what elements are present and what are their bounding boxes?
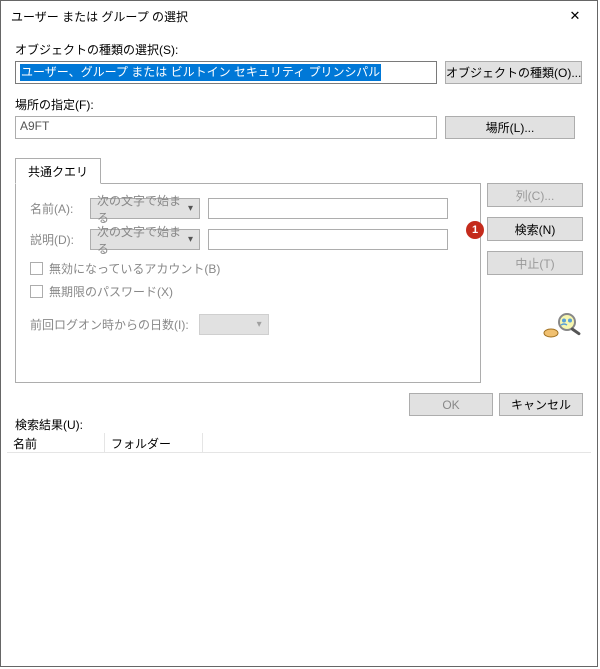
disabled-accounts-label: 無効になっているアカウント(B) (49, 260, 220, 277)
close-icon: ✕ (570, 8, 581, 24)
locations-button[interactable]: 場所(L)... (445, 116, 575, 139)
find-now-button[interactable]: 1 検索(N) (487, 217, 583, 241)
object-type-label: オブジェクトの種類の選択(S): (15, 41, 583, 58)
object-type-input[interactable]: ユーザー、グループ または ビルトイン セキュリティ プリンシパル (15, 61, 437, 84)
column-folder[interactable]: フォルダー (105, 433, 203, 453)
results-label: 検索結果(U): (15, 416, 83, 433)
desc-label: 説明(D): (30, 231, 90, 248)
results-list[interactable] (7, 453, 591, 660)
right-button-column: 列(C)... 1 検索(N) 中止(T) (487, 183, 583, 285)
chevron-down-icon: ▾ (188, 234, 193, 245)
window-title: ユーザー または グループ の選択 (11, 8, 188, 25)
dialog-window: ユーザー または グループ の選択 ✕ オブジェクトの種類の選択(S): ユーザ… (0, 0, 598, 667)
name-label: 名前(A): (30, 200, 90, 217)
tab-common-queries[interactable]: 共通クエリ (15, 158, 101, 184)
days-select[interactable]: ▾ (199, 314, 269, 335)
cancel-button[interactable]: キャンセル (499, 393, 583, 416)
chevron-down-icon: ▾ (188, 203, 193, 214)
location-label: 場所の指定(F): (15, 96, 583, 113)
chevron-down-icon: ▾ (257, 319, 262, 330)
close-button[interactable]: ✕ (553, 1, 597, 31)
desc-row: 説明(D): 次の文字で始まる ▾ (30, 229, 466, 250)
titlebar-buttons: ✕ (553, 1, 597, 31)
tab-page: 名前(A): 次の文字で始まる ▾ 説明(D): 次の文字で始まる ▾ (15, 183, 481, 383)
ok-button[interactable]: OK (409, 393, 493, 416)
object-types-button[interactable]: オブジェクトの種類(O)... (445, 61, 582, 84)
object-type-value: ユーザー、グループ または ビルトイン セキュリティ プリンシパル (20, 64, 381, 81)
name-mode-select[interactable]: 次の文字で始まる ▾ (90, 198, 200, 219)
results-header: 名前 フォルダー (7, 433, 591, 453)
columns-button[interactable]: 列(C)... (487, 183, 583, 207)
stop-button[interactable]: 中止(T) (487, 251, 583, 275)
disabled-accounts-checkbox[interactable] (30, 262, 43, 275)
name-row: 名前(A): 次の文字で始まる ▾ (30, 198, 466, 219)
column-name[interactable]: 名前 (7, 433, 105, 453)
noexpire-label: 無期限のパスワード(X) (49, 283, 173, 300)
titlebar: ユーザー または グループ の選択 ✕ (1, 1, 597, 31)
noexpire-checkbox[interactable] (30, 285, 43, 298)
location-input[interactable]: A9FT (15, 116, 437, 139)
footer-buttons: OK キャンセル (409, 393, 583, 416)
noexpire-row: 無期限のパスワード(X) (30, 283, 466, 300)
name-input[interactable] (208, 198, 448, 219)
location-value: A9FT (20, 119, 49, 133)
magnifier-people-icon (543, 311, 583, 341)
days-label: 前回ログオン時からの日数(I): (30, 316, 189, 333)
desc-input[interactable] (208, 229, 448, 250)
step-badge: 1 (466, 221, 484, 239)
desc-mode-select[interactable]: 次の文字で始まる ▾ (90, 229, 200, 250)
disabled-accounts-row: 無効になっているアカウント(B) (30, 260, 466, 277)
column-rest (203, 433, 591, 453)
days-row: 前回ログオン時からの日数(I): ▾ (30, 314, 466, 335)
